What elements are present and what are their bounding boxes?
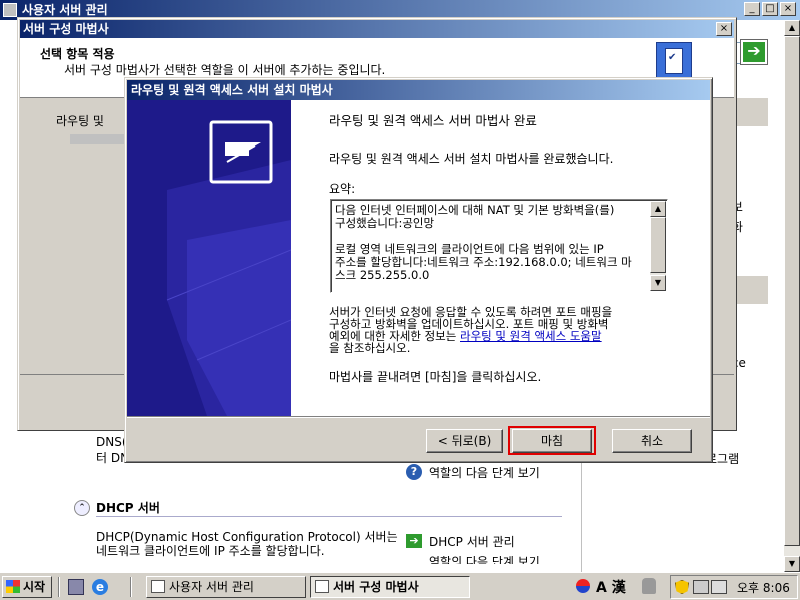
ime-language-icon[interactable] — [576, 579, 590, 593]
summary-scroll-down[interactable]: ▼ — [650, 275, 666, 291]
rras-wizard-dialog: 라우팅 및 원격 액세스 서버 설치 마법사 라우팅 및 원격 액세스 서버 마… — [124, 77, 713, 463]
wizard-header-desc: 서버 구성 마법사가 선택한 역할을 이 서버에 추가하는 중입니다. — [64, 63, 386, 77]
task-label-1: 사용자 서버 관리 — [169, 580, 254, 594]
dhcp-manage-link[interactable]: DHCP 서버 관리 — [429, 533, 515, 550]
clock[interactable]: 오후 8:06 — [737, 579, 790, 596]
dialog-side-banner — [127, 100, 291, 416]
summary-scroll-up[interactable]: ▲ — [650, 201, 666, 217]
next-steps-link[interactable]: 역할의 다음 단계 보기 — [429, 464, 540, 481]
server-manager-icon — [3, 3, 17, 17]
help-icon: ? — [406, 464, 422, 480]
dhcp-desc-2: 네트워크 클라이언트에 IP 주소를 할당합니다. — [96, 544, 325, 558]
dhcp-heading: DHCP 서버 — [96, 501, 160, 515]
server-manager-task-icon — [151, 580, 165, 593]
network-icon[interactable] — [693, 580, 709, 594]
dhcp-manage-arrow-icon: ➔ — [406, 534, 422, 548]
taskbar-divider — [58, 577, 60, 597]
task-server-config-wizard[interactable]: 서버 구성 마법사 — [310, 576, 470, 598]
dialog-titlebar[interactable]: 라우팅 및 원격 액세스 서버 설치 마법사 — [127, 80, 710, 100]
bg-window-title: 사용자 서버 관리 — [22, 3, 108, 17]
dialog-subtitle: 라우팅 및 원격 액세스 서버 설치 마법사를 완료했습니다. — [329, 152, 614, 166]
summary-scrollbar[interactable]: ▲ ▼ — [650, 201, 666, 291]
security-shield-icon[interactable] — [675, 580, 689, 594]
taskbar-divider-2 — [130, 577, 132, 597]
quicklaunch-ie-icon[interactable]: e — [92, 579, 108, 595]
wizard-header-title: 선택 항목 적용 — [40, 47, 115, 61]
scroll-thumb[interactable] — [784, 36, 800, 546]
minimize-button[interactable]: _ — [744, 2, 760, 16]
maximize-button[interactable]: □ — [762, 2, 778, 16]
summary-scroll-thumb[interactable] — [650, 217, 666, 273]
task-label-2: 서버 구성 마법사 — [333, 580, 419, 594]
wizard-close-button[interactable]: × — [716, 22, 732, 36]
ime-tool-icon[interactable] — [642, 578, 656, 594]
dhcp-next-steps-partial[interactable]: 역할의 다음 단계 보기 — [429, 556, 540, 564]
info-line-4: 을 참조하십시오. — [329, 341, 411, 355]
collapse-chevron-icon[interactable]: ⌃ — [74, 500, 90, 516]
summary-text: 다음 인터넷 인터페이스에 대해 NAT 및 기본 방화벽을(를) 구성했습니다… — [335, 203, 632, 282]
wizard-progress-partial — [70, 134, 126, 144]
go-arrow-icon[interactable]: ➔ — [740, 39, 768, 65]
rras-help-link[interactable]: 라우팅 및 원격 액세스 도움말 — [460, 329, 602, 343]
bg-scrollbar[interactable]: ▲ ▼ — [784, 20, 800, 572]
start-button[interactable]: 시작 — [2, 576, 52, 598]
tray-monitor-icon[interactable] — [711, 580, 727, 594]
scroll-down-button[interactable]: ▼ — [784, 556, 800, 572]
banner-graphic — [166, 120, 291, 416]
dialog-button-separator — [127, 416, 710, 418]
wizard-title: 서버 구성 마법사 — [23, 22, 109, 36]
summary-label: 요약: — [329, 182, 356, 196]
wizard-checklist-icon: ✔ — [656, 42, 692, 82]
quicklaunch-desktop-icon[interactable] — [68, 579, 84, 595]
dialog-title: 라우팅 및 원격 액세스 서버 설치 마법사 — [131, 83, 333, 97]
summary-textbox[interactable]: 다음 인터넷 인터페이스에 대해 NAT 및 기본 방화벽을(를) 구성했습니다… — [330, 199, 668, 293]
task-user-server-manager[interactable]: 사용자 서버 관리 — [146, 576, 306, 598]
windows-logo-icon — [6, 580, 20, 593]
system-tray: 오후 8:06 — [670, 575, 798, 599]
wizard-titlebar[interactable]: 서버 구성 마법사 — [20, 20, 734, 38]
finish-button[interactable]: 마침 — [512, 429, 592, 453]
finish-hint: 마법사를 끝내려면 [마침]을 클릭하십시오. — [329, 370, 542, 384]
start-label: 시작 — [23, 580, 46, 594]
wizard-left-label: 라우팅 및 — [56, 114, 104, 128]
cancel-button[interactable]: 취소 — [612, 429, 692, 453]
scroll-up-button[interactable]: ▲ — [784, 20, 800, 36]
dhcp-heading-rule — [96, 516, 562, 517]
close-button[interactable]: × — [780, 2, 796, 16]
dns-text-partial-1: DNS( — [96, 435, 127, 449]
wizard-task-icon — [315, 580, 329, 593]
dialog-heading: 라우팅 및 원격 액세스 서버 마법사 완료 — [329, 113, 537, 128]
back-button[interactable]: < 뒤로(B) — [426, 429, 503, 453]
ime-mode-indicator[interactable]: A 漢 — [596, 577, 626, 597]
taskbar: 시작 e 사용자 서버 관리 서버 구성 마법사 A 漢 오후 8:06 — [0, 572, 800, 600]
